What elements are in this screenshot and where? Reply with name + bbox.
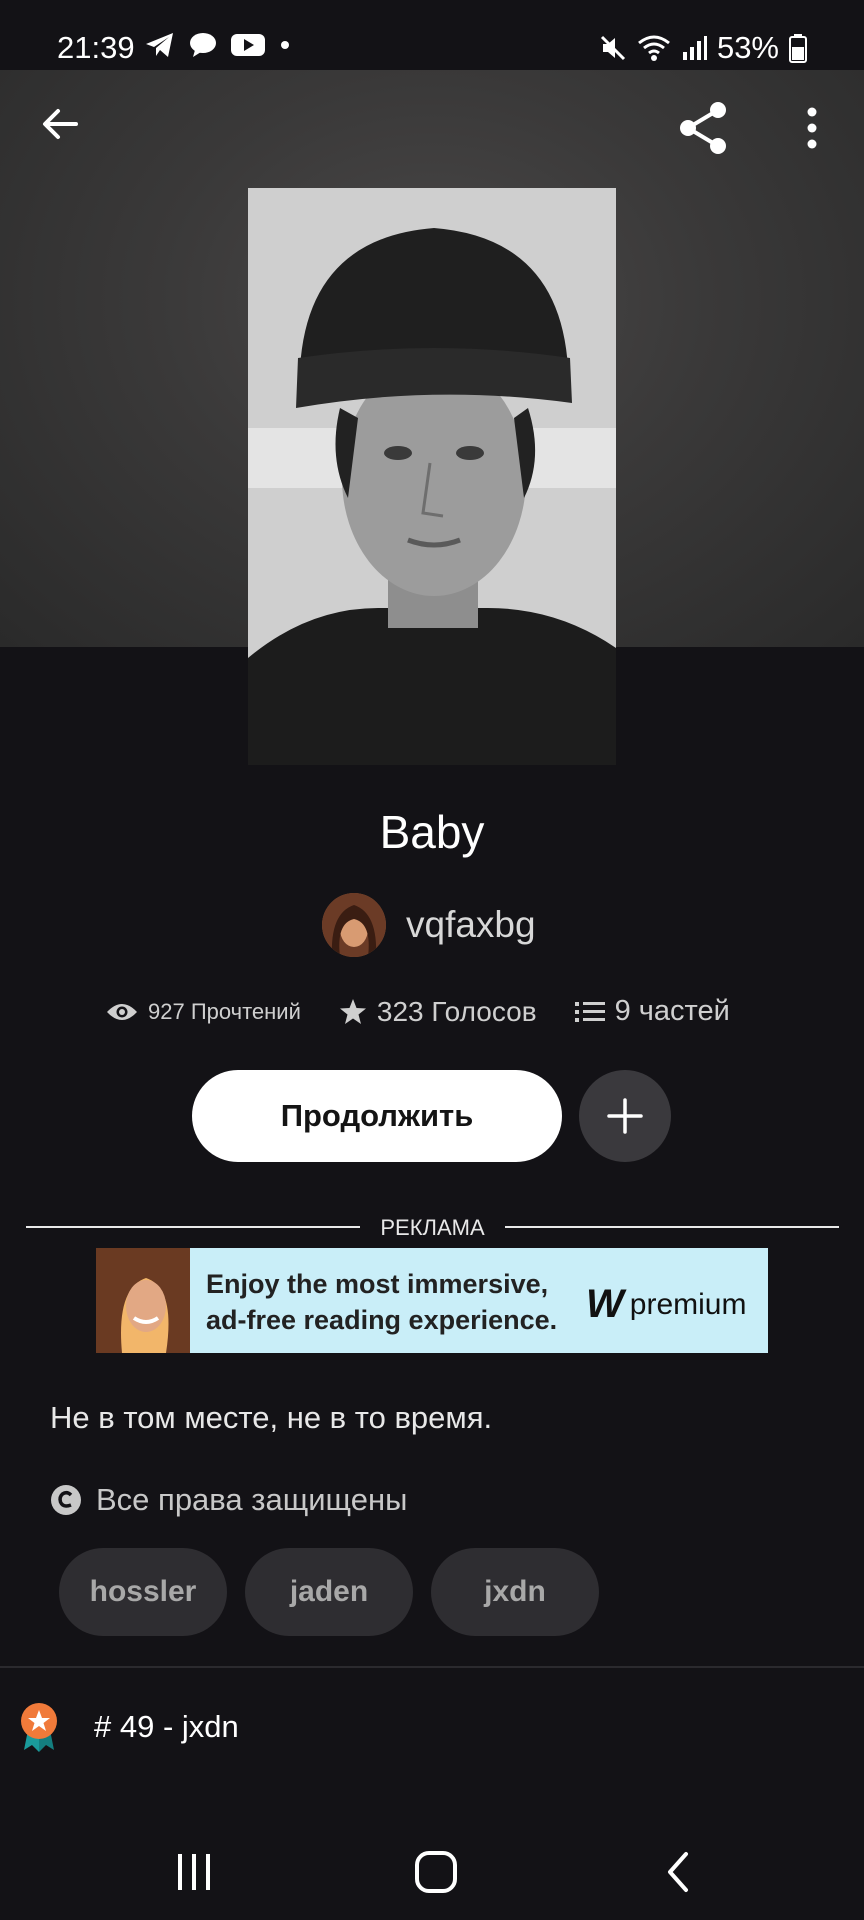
cover-portrait [248, 188, 616, 765]
plus-icon [607, 1098, 643, 1134]
rank-row[interactable]: # 49 - jxdn [18, 1702, 239, 1752]
mute-icon [600, 35, 626, 61]
avatar-image [322, 893, 386, 957]
back-arrow-icon[interactable] [36, 100, 84, 148]
votes-count: 323 Голосов [376, 995, 537, 1027]
battery-percent: 53% [716, 30, 779, 65]
wifi-icon [638, 35, 670, 61]
share-icon[interactable] [676, 100, 732, 156]
reads-count: 927 Прочтений [148, 998, 301, 1024]
ad-brand-label: premium [629, 1287, 747, 1321]
ad-model-image [96, 1248, 190, 1353]
ad-banner[interactable]: Enjoy the most immersive, ad-free readin… [96, 1248, 768, 1353]
add-to-library-button[interactable] [579, 1070, 671, 1162]
wattpad-logo-icon: W [586, 1282, 624, 1326]
battery-icon [789, 34, 807, 63]
ranking-badge-icon [21, 1703, 57, 1752]
section-divider [0, 1666, 864, 1668]
copyright-text: Все права защищены [96, 1482, 408, 1517]
copyright-row: Все права защищены [50, 1482, 407, 1518]
tag-chip[interactable]: hossler [59, 1548, 227, 1636]
author-row[interactable]: vqfaxbg [322, 893, 536, 957]
status-right: 53% [599, 30, 807, 66]
story-title: Baby [379, 806, 485, 858]
ad-divider-right [505, 1226, 839, 1228]
tag-chip[interactable]: jxdn [431, 1548, 599, 1636]
ad-line-2: ad-free reading experience. [206, 1305, 558, 1335]
chat-bubble-icon [190, 33, 216, 57]
reads-stat: 927 Прочтений [106, 999, 301, 1025]
ad-line-1: Enjoy the most immersive, [206, 1269, 549, 1299]
eye-icon [107, 1003, 137, 1020]
ad-label: РЕКЛАМА [380, 1215, 485, 1240]
author-avatar[interactable] [322, 893, 386, 957]
story-stats: 927 Прочтений 323 Голосов 9 частей [106, 995, 730, 1028]
story-cover[interactable] [248, 188, 616, 765]
copyright-icon [51, 1485, 81, 1515]
parts-count[interactable]: 9 частей [615, 995, 730, 1028]
star-icon [339, 998, 366, 1024]
votes-stat: 323 Голосов [339, 996, 537, 1028]
notification-icons [145, 32, 291, 58]
tag-chip[interactable]: jaden [245, 1548, 413, 1636]
dot-icon [281, 41, 289, 49]
recent-apps-icon[interactable] [176, 1852, 212, 1892]
signal-icon [682, 36, 707, 60]
ad-divider-left [26, 1226, 360, 1228]
system-back-icon[interactable] [662, 1850, 692, 1894]
status-time: 21:39 [57, 30, 135, 65]
author-name[interactable]: vqfaxbg [406, 904, 536, 946]
list-icon [574, 1001, 605, 1022]
rank-text[interactable]: # 49 - jxdn [94, 1709, 239, 1745]
home-icon[interactable] [414, 1850, 458, 1894]
continue-reading-button[interactable]: Продолжить [192, 1070, 562, 1162]
ad-text: Enjoy the most immersive, ad-free readin… [206, 1266, 557, 1338]
story-description: Не в том месте, не в то время. [50, 1400, 493, 1435]
parts-stat[interactable]: 9 частей [574, 995, 730, 1028]
telegram-icon [146, 33, 173, 57]
more-vert-icon[interactable] [796, 104, 828, 152]
ad-brand: W premium [586, 1282, 746, 1327]
youtube-icon [231, 34, 265, 56]
